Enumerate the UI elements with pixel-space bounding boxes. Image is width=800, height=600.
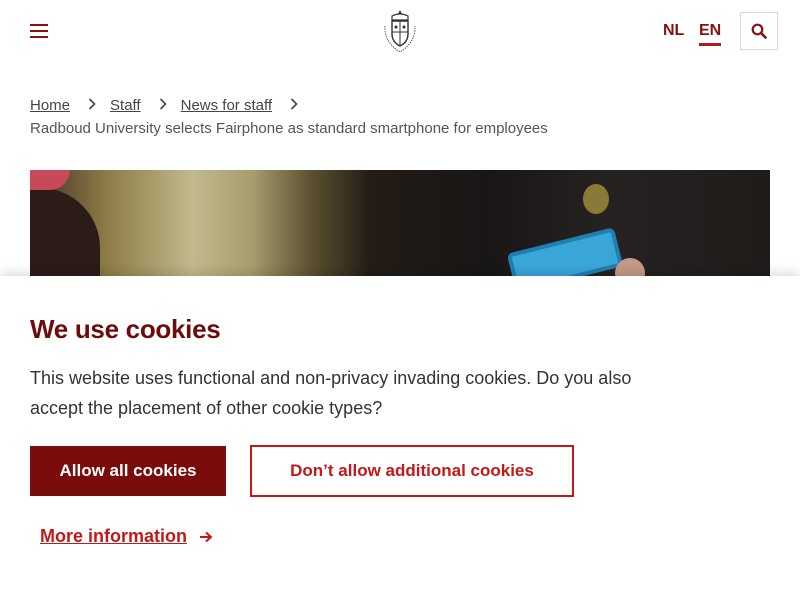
menu-button[interactable] bbox=[22, 14, 56, 48]
hero-hair-shape bbox=[30, 188, 100, 280]
cookie-title: We use cookies bbox=[30, 314, 221, 344]
cookie-description: This website uses functional and non-pri… bbox=[30, 368, 632, 418]
breadcrumb-news-link[interactable]: News for staff bbox=[181, 97, 272, 114]
chevron-right-icon bbox=[153, 97, 173, 114]
arrow-right-icon bbox=[199, 531, 213, 543]
language-en-link[interactable]: EN bbox=[699, 22, 722, 46]
breadcrumb: Home Staff News for staff bbox=[30, 95, 312, 115]
breadcrumb-staff-link[interactable]: Staff bbox=[110, 97, 141, 114]
more-information-link[interactable]: More information bbox=[40, 526, 213, 547]
more-information-label: More information bbox=[40, 526, 187, 546]
breadcrumb-current-page: Radboud University selects Fairphone as … bbox=[30, 120, 548, 137]
radboud-crest-icon bbox=[384, 10, 416, 53]
hamburger-menu-icon bbox=[30, 24, 48, 38]
site-header: NL EN bbox=[0, 0, 800, 70]
search-button[interactable] bbox=[740, 12, 778, 50]
chevron-right-icon bbox=[284, 97, 304, 114]
allow-all-cookies-button[interactable]: Allow all cookies bbox=[30, 446, 226, 496]
page: NL EN Home Staff News for staff Radboud … bbox=[0, 0, 800, 600]
deny-additional-cookies-button[interactable]: Don’t allow additional cookies bbox=[250, 445, 574, 497]
chevron-right-icon bbox=[82, 97, 102, 114]
language-nl-link[interactable]: NL bbox=[663, 22, 684, 43]
cookie-banner: We use cookies This website uses functio… bbox=[0, 276, 800, 600]
hero-smartphone-shape bbox=[506, 227, 624, 280]
hero-jacket-button-shape bbox=[583, 184, 609, 214]
hero-lips-shape bbox=[30, 170, 70, 190]
hero-photo bbox=[30, 170, 770, 280]
university-logo[interactable] bbox=[380, 8, 420, 54]
magnifier-icon bbox=[751, 23, 767, 39]
breadcrumb-home-link[interactable]: Home bbox=[30, 97, 70, 114]
